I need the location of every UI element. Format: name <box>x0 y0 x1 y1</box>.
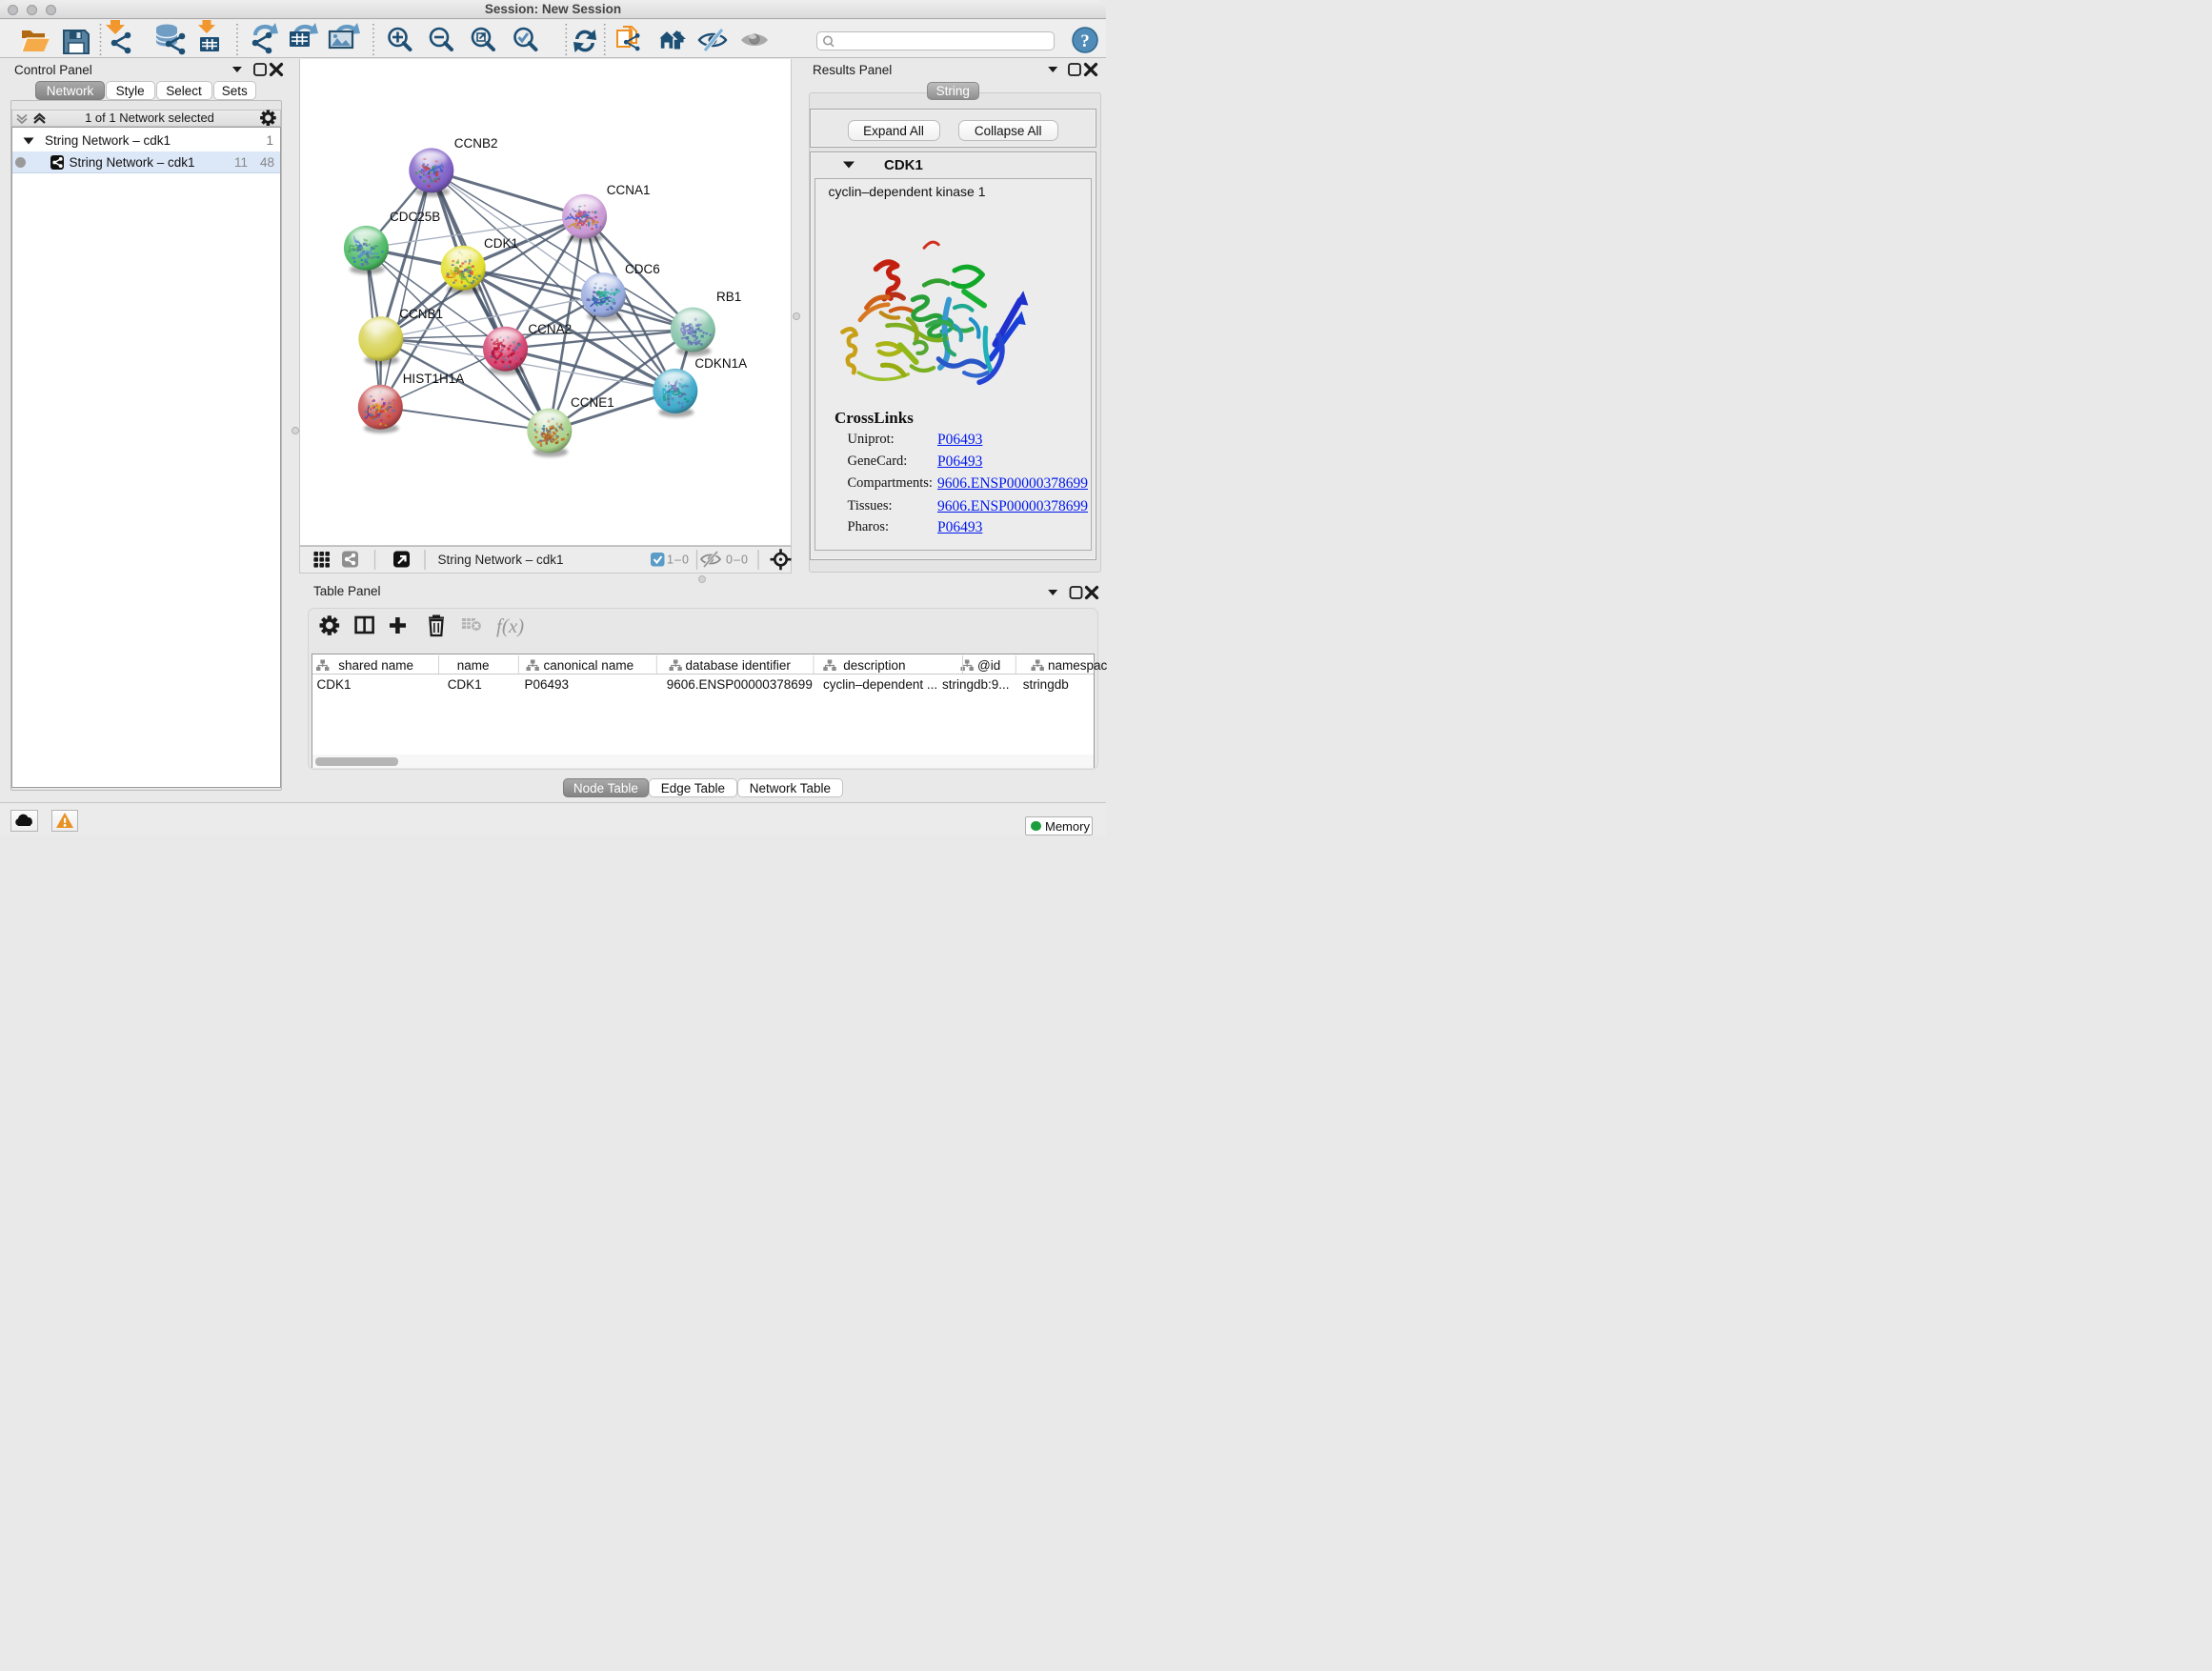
svg-text:1 – 0: 1 – 0 <box>667 554 689 567</box>
svg-text:?: ? <box>1080 31 1090 51</box>
svg-text:0 – 0: 0 – 0 <box>726 554 748 567</box>
svg-text:String Network – cdk1: String Network – cdk1 <box>437 553 563 567</box>
svg-text:f(x): f(x) <box>496 614 524 637</box>
